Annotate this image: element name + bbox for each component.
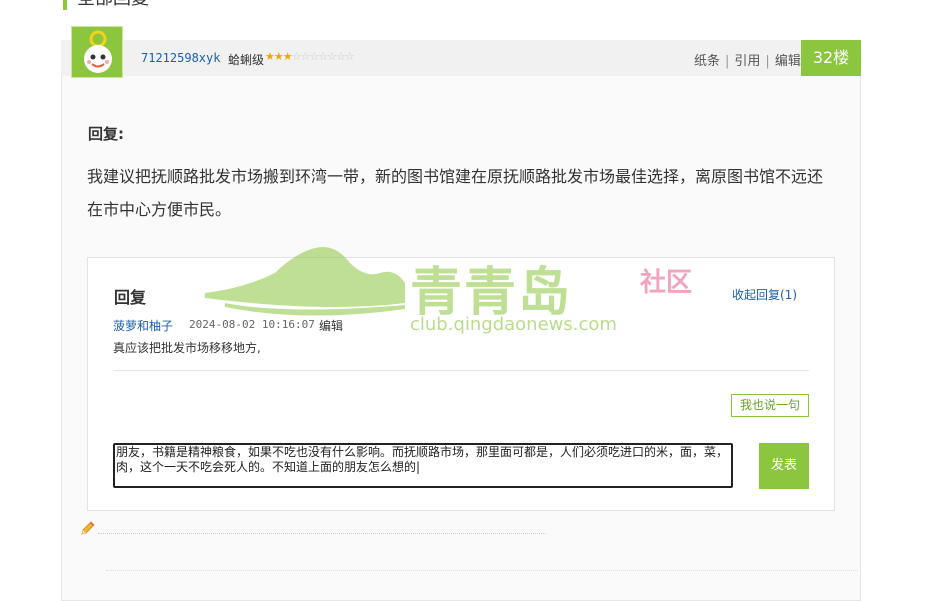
rank-stars: ★★★☆☆☆☆☆☆☆ [265,50,355,63]
pencil-icon [81,521,95,535]
star-empty-icon: ☆ [291,50,302,63]
reply-input[interactable]: 朋友，书籍是精神粮食，如果不吃也没有什么影响。而抚顺路市场，那里面可都是，人们必… [113,443,733,488]
comment-username[interactable]: 菠萝和柚子 [113,317,173,334]
edit-link[interactable]: 编辑 [775,54,801,69]
dotted-separator [98,533,546,534]
star-empty-icon: ☆ [336,50,346,63]
star-empty-icon: ☆ [318,50,328,63]
star-filled-icon: ★ [265,50,275,63]
watermark-tag: 社区 [640,268,693,298]
floor-badge: 32楼 [801,40,861,76]
comment-text: 真应该把批发市场移移地方, [113,341,261,355]
section-title: 全部回复 [63,0,149,10]
post-actions: 纸条 | 引用 | 编辑 [694,50,801,69]
post-content: 我建议把抚顺路批发市场搬到环湾一带，新的图书馆建在原抚顺路批发市场最佳选择，离原… [87,167,824,219]
quote-link[interactable]: 引用 [734,54,760,69]
say-something-button[interactable]: 我也说一句 [731,394,809,417]
comment-time: 2024-08-02 10:16:07 [189,318,315,331]
watermark-url: club.qingdaonews.com [410,314,617,335]
star-filled-icon: ★ [282,50,293,63]
collapse-replies-link[interactable]: 收起回复(1) [732,286,797,303]
sub-reply-title: 回复 [114,288,147,307]
separator: | [725,54,730,69]
post-username[interactable]: 71212598xyk [141,51,220,65]
star-empty-icon: ☆ [344,50,355,63]
dotted-separator [106,570,858,571]
star-empty-icon: ☆ [309,50,319,63]
avatar[interactable] [71,26,123,78]
star-filled-icon: ★ [273,50,284,63]
separator: | [765,54,770,69]
divider [113,370,809,371]
mascot-icon [72,27,122,77]
reply-label: 回复: [88,125,124,143]
submit-button[interactable]: 发表 [759,443,809,489]
user-rank: 蛤蜊级 [228,53,265,67]
star-empty-icon: ☆ [327,50,337,63]
comment-edit-link[interactable]: 编辑 [319,317,343,334]
note-link[interactable]: 纸条 [694,54,720,69]
